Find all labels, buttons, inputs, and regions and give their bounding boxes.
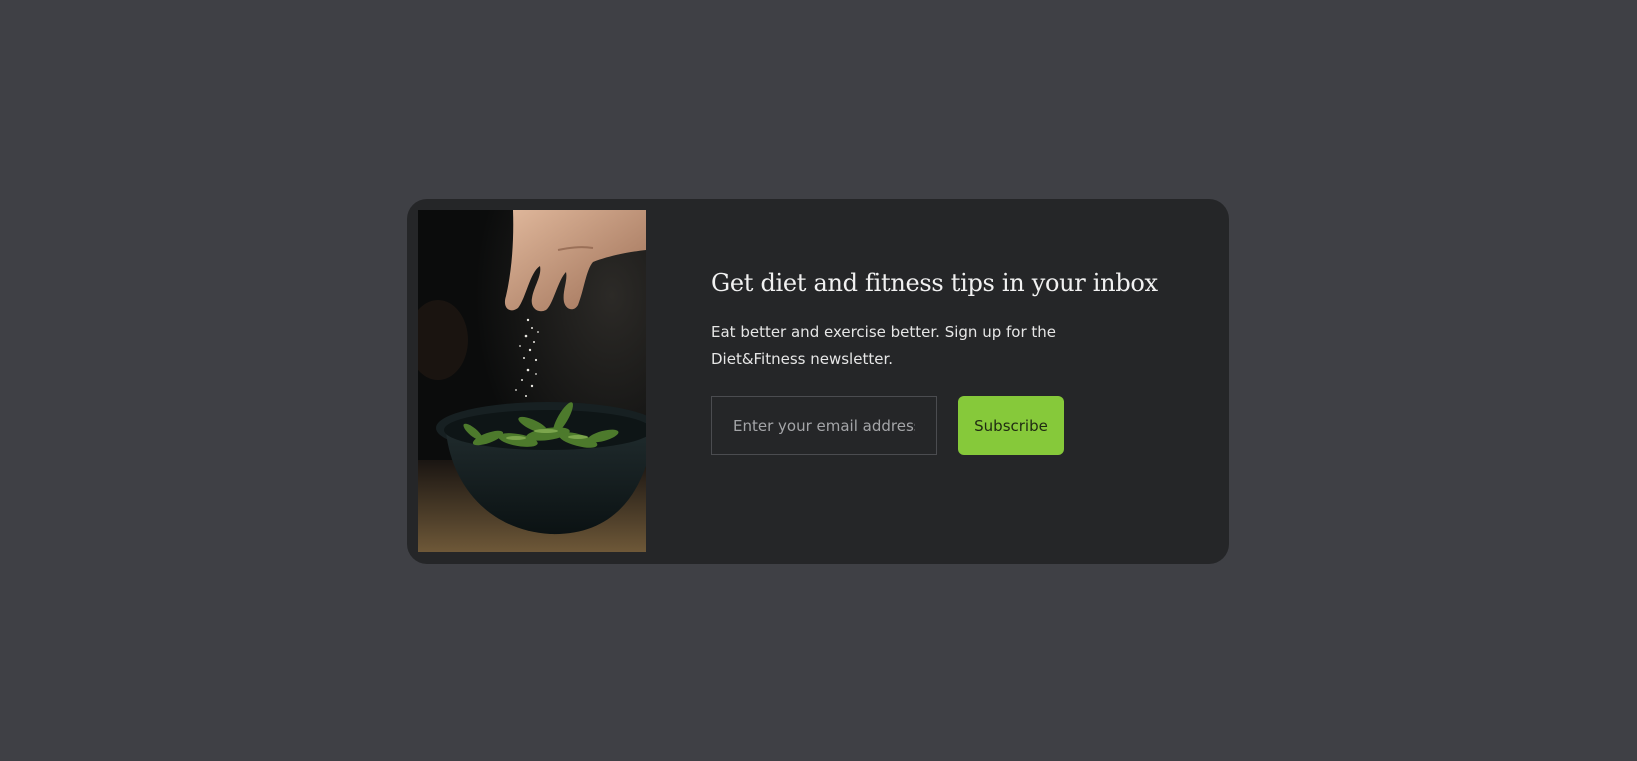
newsletter-content: Get diet and fitness tips in your inbox … — [711, 267, 1191, 455]
email-input[interactable] — [711, 396, 937, 455]
subscribe-button[interactable]: Subscribe — [958, 396, 1064, 455]
newsletter-description: Eat better and exercise better. Sign up … — [711, 323, 1057, 368]
newsletter-title: Get diet and fitness tips in your inbox — [711, 269, 1158, 297]
salting-edamame-image — [418, 210, 646, 552]
newsletter-photo — [418, 210, 646, 552]
subscribe-form: Subscribe — [711, 396, 1191, 455]
newsletter-card: Get diet and fitness tips in your inbox … — [407, 199, 1229, 564]
